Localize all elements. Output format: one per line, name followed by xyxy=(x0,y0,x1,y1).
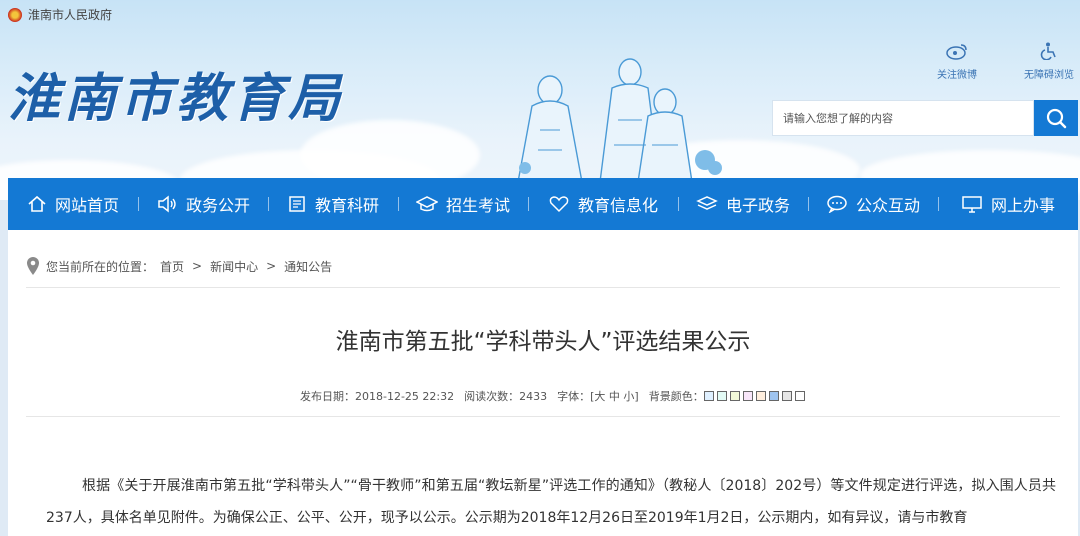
bg-color-swatch[interactable] xyxy=(742,391,753,401)
article-body: 根据《关于开展淮南市第五批“学科带头人”“骨干教师”和第五届“教坛新星”评选工作… xyxy=(46,478,1056,526)
divider xyxy=(26,416,1060,417)
sages-illustration xyxy=(517,58,722,183)
location-pin-icon xyxy=(27,257,39,275)
accessibility-icon xyxy=(1040,42,1056,60)
main-nav: 网站首页 政务公开 教育科研 招生考试 教育信息化 电子政务 公众互动 网上办事 xyxy=(8,178,1078,230)
nav-item-admissions[interactable]: 招生考试 xyxy=(398,178,528,230)
article-container: 您当前所在的位置： 首页 > 新闻中心 > 通知公告 淮南市第五批“学科带头人”… xyxy=(8,230,1078,536)
nav-item-label: 网上办事 xyxy=(990,196,1055,215)
bg-color-swatch[interactable] xyxy=(755,391,766,401)
publish-date-value: 2018-12-25 22:32 xyxy=(355,390,455,403)
bg-color-swatch[interactable] xyxy=(768,391,779,401)
monitor-icon xyxy=(962,196,982,213)
header-banner: 淮南市人民政府 淮南市教育局 关注微博 无障碍浏览 请输入您想了解的内容 xyxy=(0,0,1080,200)
article-title: 淮南市第五批“学科带头人”评选结果公示 xyxy=(335,329,751,355)
nav-item-label: 教育信息化 xyxy=(577,196,658,215)
nav-item-label: 网站首页 xyxy=(54,196,119,215)
bg-color-swatch[interactable] xyxy=(794,391,805,401)
view-count: 阅读次数：2433 xyxy=(464,388,547,404)
bg-color-swatch[interactable] xyxy=(716,391,727,401)
bg-color-swatch[interactable] xyxy=(781,391,792,401)
weibo-button[interactable]: 关注微博 xyxy=(922,42,992,81)
search-input[interactable]: 请输入您想了解的内容 xyxy=(772,100,1034,136)
bg-color-swatch[interactable] xyxy=(729,391,740,401)
font-size-control: 字体：[大 中 小] xyxy=(557,388,639,404)
nav-item-online-services[interactable]: 网上办事 xyxy=(938,178,1078,230)
breadcrumb-notices[interactable]: 通知公告 xyxy=(284,258,332,275)
nav-item-label: 招生考试 xyxy=(445,196,510,215)
document-icon xyxy=(289,196,305,212)
view-count-value: 2433 xyxy=(519,390,548,403)
speaker-icon xyxy=(158,195,176,213)
nav-item-interaction[interactable]: 公众互动 xyxy=(808,178,938,230)
bg-color-control: 背景颜色： xyxy=(649,388,805,404)
font-size-label: 字体： xyxy=(557,390,591,403)
breadcrumb-separator: > xyxy=(266,259,277,273)
site-title: 淮南市教育局 xyxy=(8,68,345,129)
publish-date: 发布日期：2018-12-25 22:32 xyxy=(300,388,454,404)
nav-item-label: 电子政务 xyxy=(725,196,790,215)
gov-link[interactable]: 淮南市人民政府 xyxy=(8,6,112,23)
nav-item-label: 公众互动 xyxy=(855,196,920,215)
chat-icon xyxy=(827,195,847,213)
weibo-label: 关注微博 xyxy=(937,70,977,81)
nav-item-label: 政务公开 xyxy=(185,196,250,215)
graduation-cap-icon xyxy=(415,196,438,212)
home-icon xyxy=(28,195,46,212)
search-button[interactable] xyxy=(1034,100,1078,136)
nav-item-research[interactable]: 教育科研 xyxy=(268,178,398,230)
breadcrumb-home[interactable]: 首页 xyxy=(160,258,184,275)
breadcrumb-news-center[interactable]: 新闻中心 xyxy=(210,258,258,275)
national-emblem-icon xyxy=(8,7,22,22)
heart-icon xyxy=(549,196,569,213)
accessibility-button[interactable]: 无障碍浏览 xyxy=(1014,42,1080,81)
bg-color-label: 背景颜色： xyxy=(648,390,704,403)
divider xyxy=(26,287,1060,288)
view-count-label: 阅读次数： xyxy=(464,390,520,403)
nav-item-gov-affairs[interactable]: 政务公开 xyxy=(138,178,268,230)
search-icon xyxy=(1046,108,1067,129)
nav-item-label: 教育科研 xyxy=(314,196,379,215)
bg-color-swatch[interactable] xyxy=(703,391,714,401)
nav-item-e-gov[interactable]: 电子政务 xyxy=(678,178,808,230)
bg-color-swatches xyxy=(703,391,805,401)
font-size-options[interactable]: [大 中 小] xyxy=(590,390,639,403)
publish-date-label: 发布日期： xyxy=(300,390,355,403)
article-meta: 发布日期：2018-12-25 22:32 阅读次数：2433 字体：[大 中 … xyxy=(300,388,805,404)
weibo-icon xyxy=(946,44,967,60)
breadcrumb-prefix: 您当前所在的位置： xyxy=(46,259,155,274)
gov-link-label: 淮南市人民政府 xyxy=(28,8,113,22)
breadcrumb: 您当前所在的位置： 首页 > 新闻中心 > 通知公告 xyxy=(26,256,332,276)
breadcrumb-separator: > xyxy=(192,259,203,273)
nav-item-informatization[interactable]: 教育信息化 xyxy=(528,178,678,230)
nav-item-home[interactable]: 网站首页 xyxy=(8,178,138,230)
layers-icon xyxy=(696,196,718,210)
accessibility-label: 无障碍浏览 xyxy=(1024,70,1074,81)
